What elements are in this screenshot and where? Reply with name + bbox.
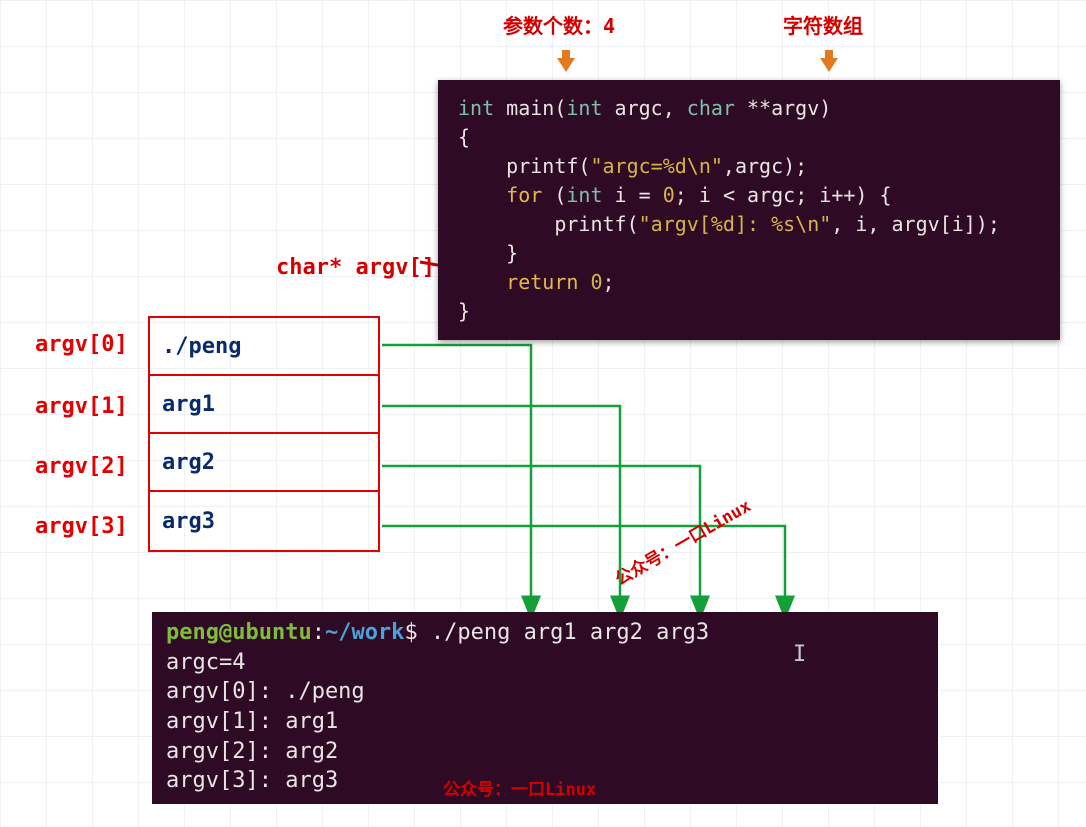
argv-cell-3: arg3 [150, 492, 378, 550]
argv-title-label: char* argv[] [276, 255, 435, 280]
argv-array-box: ./peng arg1 arg2 arg3 [148, 316, 380, 552]
arrow-argc-icon [557, 58, 575, 72]
code-block-main: int main(int argc, char **argv) { printf… [438, 80, 1060, 340]
anno-char-array: 字符数组 [783, 10, 863, 39]
text-cursor-icon: I [793, 642, 806, 667]
argv-cell-0: ./peng [150, 318, 378, 376]
argv-label-3: argv[3] [35, 514, 128, 539]
argv-label-2: argv[2] [35, 454, 128, 479]
argv-cell-1: arg1 [150, 376, 378, 434]
arrow-argv-icon [820, 58, 838, 72]
argv-cell-2: arg2 [150, 434, 378, 492]
argv-label-1: argv[1] [35, 394, 128, 419]
watermark-terminal: 公众号：一口Linux [443, 775, 596, 800]
anno-argc-count: 参数个数：4 [503, 10, 615, 39]
argv-label-0: argv[0] [35, 332, 128, 357]
